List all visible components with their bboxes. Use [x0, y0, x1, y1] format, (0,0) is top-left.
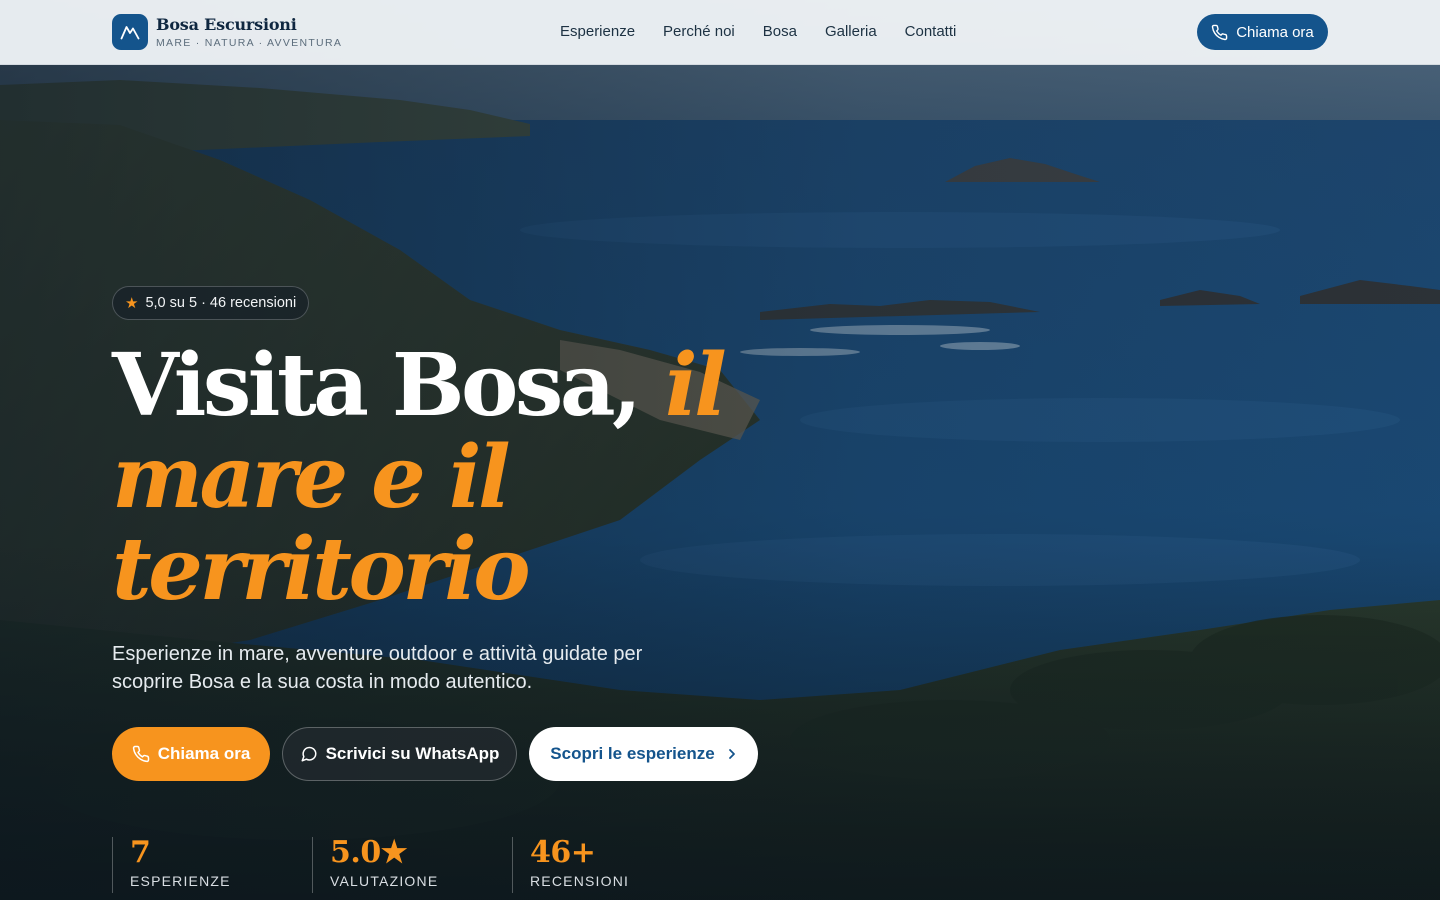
nav-link-galleria[interactable]: Galleria — [825, 21, 877, 43]
call-now-button[interactable]: Chiama ora — [112, 727, 270, 781]
whatsapp-button[interactable]: Scrivici su WhatsApp — [282, 727, 517, 781]
main-nav: Esperienze Perché noi Bosa Galleria Cont… — [560, 21, 984, 43]
stat-rating: 5.0★ VALUTAZIONE — [312, 837, 512, 893]
hero-section: ★ 5,0 su 5 · 46 recensioni Visita Bosa, … — [112, 286, 932, 893]
brand-name: Bosa Escursioni — [156, 14, 297, 34]
mountain-icon — [112, 14, 148, 50]
chat-bubble-icon — [300, 745, 318, 763]
stat-value: 46+ — [530, 835, 596, 870]
nav-link-bosa[interactable]: Bosa — [763, 21, 797, 43]
discover-experiences-button[interactable]: Scopri le esperienze — [529, 727, 758, 781]
stat-value: 7 — [130, 835, 151, 870]
nav-link-perche-noi[interactable]: Perché noi — [663, 21, 735, 43]
discover-label: Scopri le esperienze — [550, 744, 715, 763]
hero-lead: Esperienze in mare, avventure outdoor e … — [112, 643, 643, 693]
hero-stats: 7 ESPERIENZE 5.0★ VALUTAZIONE 46+ RECENS… — [112, 837, 932, 893]
nav-link-contatti[interactable]: Contatti — [905, 21, 957, 43]
phone-icon — [1211, 24, 1228, 41]
rating-text: 5,0 su 5 · 46 recensioni — [145, 295, 297, 311]
stat-value: 5.0★ — [330, 835, 408, 870]
chevron-right-icon — [727, 748, 737, 760]
hero-title-plain: Visita Bosa, — [112, 335, 642, 436]
call-now-label: Chiama ora — [157, 744, 251, 763]
hero-title-accent-2: mare e il territorio — [112, 427, 531, 620]
stat-reviews: 46+ RECENSIONI — [512, 837, 712, 893]
stat-label: ESPERIENZE — [130, 873, 231, 889]
header-call-label: Chiama ora — [1236, 23, 1314, 41]
header-call-button[interactable]: Chiama ora — [1197, 14, 1328, 50]
whatsapp-label: Scrivici su WhatsApp — [325, 744, 500, 763]
site-header: Bosa Escursioni MARE · NATURA · AVVENTUR… — [0, 0, 1440, 65]
nav-link-esperienze[interactable]: Esperienze — [560, 21, 635, 43]
rating-badge: ★ 5,0 su 5 · 46 recensioni — [112, 286, 310, 320]
brand-tagline: MARE · NATURA · AVVENTURA — [156, 36, 343, 49]
stat-experiences: 7 ESPERIENZE — [112, 837, 312, 893]
phone-icon — [132, 745, 150, 763]
stat-label: RECENSIONI — [530, 873, 630, 889]
hero-title: Visita Bosa, il mare e il territorio — [112, 340, 932, 616]
hero-title-accent-1: il — [664, 335, 727, 436]
hero-actions: Chiama ora Scrivici su WhatsApp Scopri l… — [112, 727, 932, 781]
star-icon: ★ — [125, 294, 139, 312]
stat-label: VALUTAZIONE — [330, 873, 439, 889]
brand-logo-link[interactable]: Bosa Escursioni MARE · NATURA · AVVENTUR… — [112, 14, 342, 50]
